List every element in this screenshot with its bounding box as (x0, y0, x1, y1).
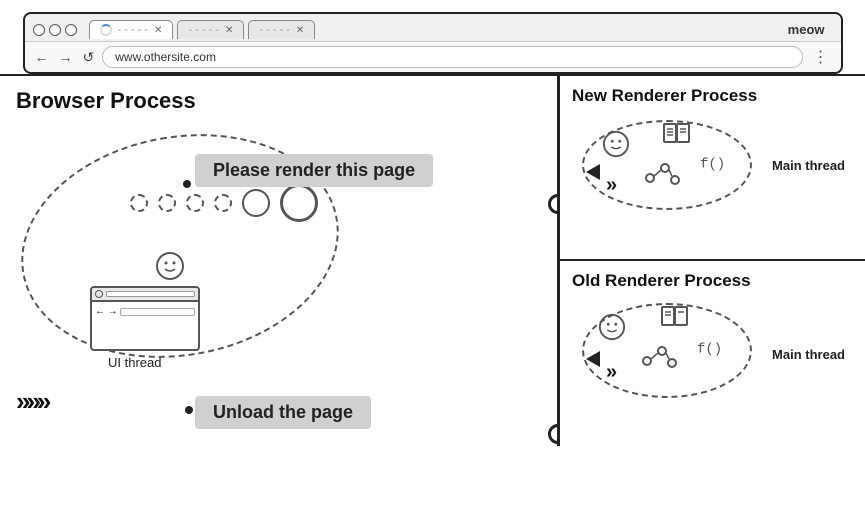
tab-bar: - - - - - ✕ - - - - - ✕ - - - - - ✕ meow (25, 14, 841, 42)
window-minimize-btn[interactable] (49, 24, 61, 36)
window-close-btn[interactable] (33, 24, 45, 36)
new-renderer-bold-arrows: » (606, 174, 614, 197)
new-renderer-book-icon (662, 122, 692, 155)
queue-dot-bottom (185, 406, 193, 414)
tab-3[interactable]: - - - - - ✕ (248, 20, 315, 39)
menu-button[interactable]: ⋮ (809, 47, 833, 67)
forward-button[interactable]: → (57, 47, 75, 67)
old-renderer-code-icon: f() (697, 333, 732, 366)
window-controls (33, 24, 77, 36)
queue-dot-top (183, 180, 191, 188)
browser-process-box: Browser Process ← → UI thread (0, 76, 560, 446)
bottom-left-arrows: »»» (16, 386, 47, 417)
new-renderer-arrow (586, 162, 606, 187)
old-renderer-main-thread: Main thread (772, 347, 845, 362)
browser-smiley (155, 251, 185, 286)
svg-text:f(): f() (697, 341, 722, 357)
message-queue (130, 184, 318, 222)
address-input[interactable] (102, 46, 802, 68)
browser-icon-area: ← → UI thread (90, 286, 200, 366)
tab-1-text: - - - - - (118, 24, 149, 36)
old-renderer-title: Old Renderer Process (572, 271, 853, 291)
window-maximize-btn[interactable] (65, 24, 77, 36)
border-connection-circle-2 (548, 424, 560, 444)
diagram-area: Browser Process ← → UI thread (0, 74, 865, 444)
new-renderer-smiley (602, 130, 630, 163)
refresh-button[interactable]: ↺ (81, 47, 97, 68)
tab-1[interactable]: - - - - - ✕ (89, 20, 174, 39)
meow-label: meow (780, 18, 833, 41)
right-side: New Renderer Process (560, 76, 865, 444)
border-connection-circle (548, 194, 560, 214)
new-renderer-code-icon: f() (700, 148, 735, 181)
old-renderer-content: f() (572, 295, 853, 415)
browser-window: - - - - - ✕ - - - - - ✕ - - - - - ✕ meow… (23, 12, 843, 74)
render-message-bubble: Please render this page (195, 154, 433, 187)
old-renderer-book-icon (660, 305, 690, 338)
old-renderer-bold-arrows: » (606, 361, 614, 384)
arrows-icon: »»» (16, 386, 47, 416)
new-renderer-title: New Renderer Process (572, 86, 853, 106)
new-renderer-graph-icon (640, 158, 680, 193)
tab-3-text: - - - - - (259, 24, 290, 36)
old-renderer-smiley (598, 313, 626, 346)
unload-message-bubble: Unload the page (195, 396, 371, 429)
browser-process-title: Browser Process (0, 76, 557, 114)
new-renderer-main-thread: Main thread (772, 158, 845, 173)
old-renderer-box: Old Renderer Process (560, 261, 865, 444)
tab-2[interactable]: - - - - - ✕ (177, 20, 244, 39)
tab-2-close[interactable]: ✕ (225, 25, 233, 36)
tab-loading-spinner (100, 24, 112, 36)
back-button[interactable]: ← (33, 47, 51, 67)
new-renderer-box: New Renderer Process (560, 76, 865, 261)
address-bar-row: ← → ↺ ⋮ (25, 42, 841, 72)
tab-3-close[interactable]: ✕ (296, 25, 304, 36)
new-renderer-content: f() (572, 110, 853, 220)
tab-2-text: - - - - - (188, 24, 219, 36)
ui-thread-label: UI thread (108, 355, 218, 370)
old-renderer-graph-icon (637, 341, 677, 376)
svg-text:f(): f() (700, 156, 725, 172)
tab-1-close[interactable]: ✕ (154, 25, 162, 36)
old-renderer-arrow (586, 349, 606, 374)
